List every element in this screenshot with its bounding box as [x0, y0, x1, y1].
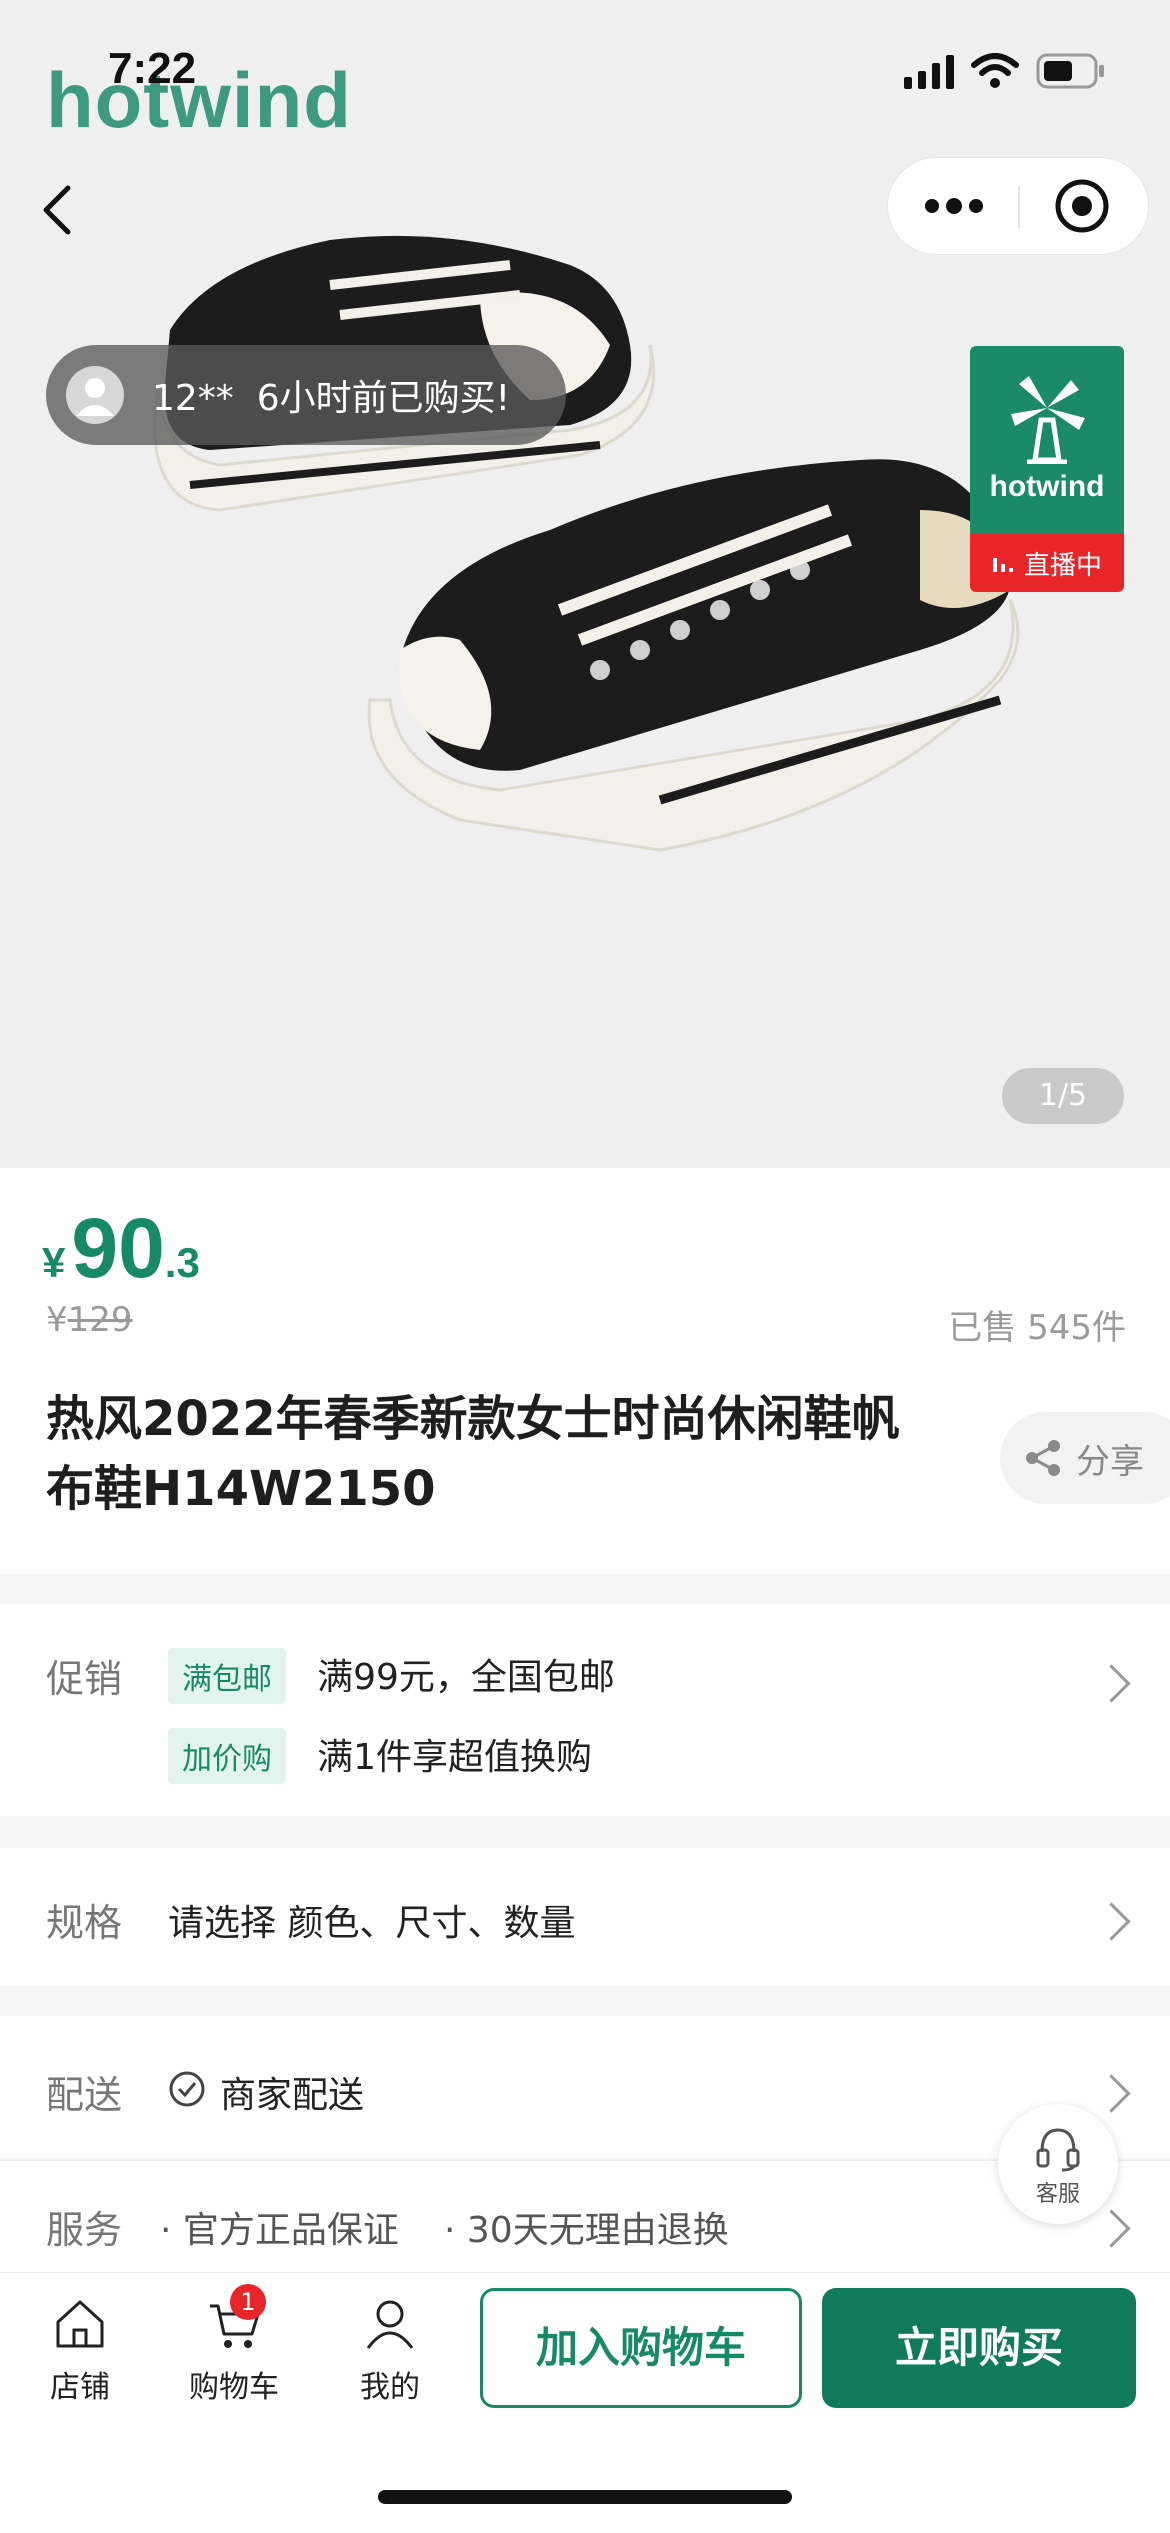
purchase-time: 6小时前已购买! [256, 378, 511, 419]
avatar [66, 366, 124, 424]
price-integer: 90 [71, 1201, 165, 1295]
service-item: · 30天无理由退换 [444, 2210, 729, 2251]
chevron-right-icon [1092, 1902, 1131, 1941]
live-status-label: 直播中 [1023, 550, 1102, 581]
live-status: 直播中 [970, 534, 1124, 592]
promotion-label: 促销 [46, 1657, 123, 1701]
chevron-right-icon [1092, 1664, 1131, 1703]
share-button[interactable]: 分享 [1000, 1412, 1170, 1504]
buyer-name: 12** [152, 378, 234, 419]
price-currency: ¥ [42, 1239, 66, 1286]
promotion-text: 满1件享超值换购 [317, 1737, 592, 1778]
promotion-tag: 加价购 [168, 1728, 286, 1784]
promotion-tag: 满包邮 [168, 1648, 286, 1704]
nav-cart-label: 购物车 [189, 2370, 279, 2405]
sold-count: 已售 545件 [948, 1308, 1126, 1348]
original-price-value: 129 [67, 1300, 133, 1340]
brand-logo-background: hotwind [46, 56, 352, 144]
image-pager: 1/5 [1002, 1068, 1124, 1124]
user-icon [366, 2300, 414, 2349]
original-price-currency: ¥ [46, 1300, 68, 1340]
nav-store[interactable]: 店铺 [10, 2296, 150, 2406]
home-icon [56, 2300, 104, 2348]
nav-store-label: 店铺 [50, 2370, 110, 2405]
buy-now-button[interactable]: 立即购买 [822, 2288, 1136, 2408]
customer-service-button[interactable]: 客服 [998, 2104, 1118, 2224]
headset-icon [1036, 2128, 1080, 2172]
chevron-right-icon [1092, 2209, 1131, 2248]
recent-purchase-toast: 12** 6小时前已购买! [46, 345, 566, 445]
live-brand-panel: hotwind [970, 346, 1124, 534]
promotion-row[interactable]: 促销 满包邮 满99元，全国包邮 加价购 满1件享超值换购 [0, 1604, 1170, 1816]
recent-purchase-text: 12** 6小时前已购买! [152, 369, 510, 421]
nav-me-label: 我的 [360, 2370, 420, 2405]
close-target-icon[interactable] [1054, 178, 1110, 234]
status-icons [904, 52, 1106, 90]
promotion-text: 满99元，全国包邮 [317, 1657, 615, 1698]
current-price: ¥90.3 [42, 1200, 200, 1297]
service-label: 服务 [46, 2208, 123, 2252]
delivery-row[interactable]: 配送 商家配送 [0, 2016, 1170, 2158]
service-row[interactable]: 服务 · 官方正品保证 · 30天无理由退换 [0, 2160, 1170, 2273]
back-icon[interactable] [38, 180, 78, 240]
original-price: ¥129 [46, 1300, 133, 1340]
share-label: 分享 [1076, 1441, 1144, 1482]
product-image-carousel[interactable]: hotwind 7:22 12** 6小时前已购买! hotwind 直播中 1… [0, 0, 1170, 1168]
status-time: 7:22 [108, 44, 197, 93]
battery-icon [1036, 53, 1104, 89]
home-indicator [378, 2490, 792, 2504]
check-circle-icon [169, 2071, 205, 2107]
miniprogram-capsule [888, 158, 1148, 254]
signal-icon [904, 53, 954, 89]
share-icon [1026, 1440, 1060, 1476]
live-bars-icon [992, 558, 1013, 572]
delivery-label: 配送 [46, 2073, 123, 2117]
capsule-divider [1018, 186, 1020, 228]
service-item: · 官方正品保证 [160, 2210, 399, 2251]
price-decimal: .3 [164, 1239, 200, 1286]
spec-row[interactable]: 规格 请选择 颜色、尺寸、数量 [0, 1848, 1170, 1986]
product-title: 热风2022年春季新款女士时尚休闲鞋帆布鞋H14W2150 [46, 1391, 900, 1517]
live-stream-badge[interactable]: hotwind 直播中 [970, 346, 1124, 592]
promotion-item: 满包邮 满99元，全国包邮 [168, 1648, 615, 1704]
add-to-cart-button[interactable]: 加入购物车 [480, 2288, 802, 2408]
spec-label: 规格 [46, 1901, 123, 1945]
more-icon[interactable] [924, 194, 984, 218]
chevron-right-icon [1092, 2074, 1131, 2113]
delivery-text: 商家配送 [220, 2075, 365, 2116]
promotion-item: 加价购 满1件享超值换购 [168, 1728, 592, 1784]
spec-text: 请选择 颜色、尺寸、数量 [168, 1903, 576, 1944]
cart-count-badge: 1 [230, 2284, 266, 2320]
wifi-icon [971, 53, 1019, 88]
windmill-logo-icon [1011, 376, 1085, 464]
nav-me[interactable]: 我的 [320, 2296, 460, 2406]
customer-service-label: 客服 [1035, 2182, 1080, 2207]
user-placeholder-icon [76, 378, 114, 416]
live-brand-text: hotwind [989, 470, 1105, 503]
